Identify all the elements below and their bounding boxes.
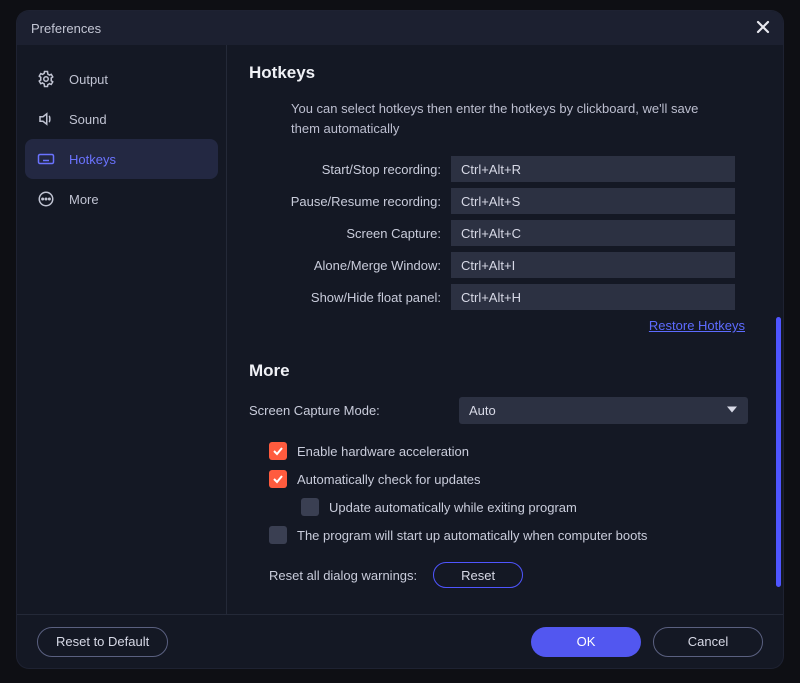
preferences-window: Preferences Output Sound [17, 11, 783, 668]
footer: Reset to Default OK Cancel [17, 614, 783, 668]
checkbox-label: Enable hardware acceleration [297, 444, 469, 459]
content-scroll[interactable]: Hotkeys You can select hotkeys then ente… [227, 45, 776, 614]
checkbox-empty-icon [301, 498, 319, 516]
restore-hotkeys-link[interactable]: Restore Hotkeys [249, 318, 745, 333]
reset-warnings-button[interactable]: Reset [433, 562, 523, 588]
hotkey-row-pause-resume: Pause/Resume recording: [249, 188, 748, 214]
window-title: Preferences [31, 21, 101, 36]
sidebar-item-hotkeys[interactable]: Hotkeys [25, 139, 218, 179]
hotkey-row-float-panel: Show/Hide float panel: [249, 284, 748, 310]
sidebar: Output Sound Hotkeys More [17, 45, 227, 614]
checkbox-auto-update[interactable]: Automatically check for updates [269, 470, 748, 488]
ok-button[interactable]: OK [531, 627, 641, 657]
content-panel: Hotkeys You can select hotkeys then ente… [227, 45, 783, 614]
capture-mode-row: Screen Capture Mode: Auto [249, 397, 748, 424]
cancel-button[interactable]: Cancel [653, 627, 763, 657]
checkbox-label: Update automatically while exiting progr… [329, 500, 577, 515]
reset-warnings-row: Reset all dialog warnings: Reset [269, 562, 748, 588]
hotkey-label: Screen Capture: [249, 226, 451, 241]
sidebar-item-more[interactable]: More [25, 179, 218, 219]
hotkey-label: Show/Hide float panel: [249, 290, 451, 305]
sidebar-item-label: Sound [69, 112, 107, 127]
close-panel-label: When close main panel: [301, 612, 748, 614]
sidebar-item-output[interactable]: Output [25, 59, 218, 99]
sidebar-item-sound[interactable]: Sound [25, 99, 218, 139]
keyboard-icon [37, 150, 55, 168]
sidebar-item-label: Hotkeys [69, 152, 116, 167]
checkbox-hw-accel[interactable]: Enable hardware acceleration [269, 442, 748, 460]
speaker-icon [37, 110, 55, 128]
capture-mode-select[interactable]: Auto [459, 397, 748, 424]
scrollbar-thumb[interactable] [776, 317, 781, 587]
hotkey-input-pause-resume[interactable] [451, 188, 735, 214]
checkbox-label: The program will start up automatically … [297, 528, 647, 543]
hotkey-label: Pause/Resume recording: [249, 194, 451, 209]
more-section: More Screen Capture Mode: Auto [249, 361, 748, 614]
reset-default-button[interactable]: Reset to Default [37, 627, 168, 657]
checkbox-autostart[interactable]: The program will start up automatically … [269, 526, 748, 544]
checkbox-label: Automatically check for updates [297, 472, 481, 487]
hotkey-label: Alone/Merge Window: [249, 258, 451, 273]
hotkey-row-screen-capture: Screen Capture: [249, 220, 748, 246]
titlebar: Preferences [17, 11, 783, 45]
hotkey-row-alone-merge: Alone/Merge Window: [249, 252, 748, 278]
hotkey-input-start-stop[interactable] [451, 156, 735, 182]
reset-warnings-label: Reset all dialog warnings: [269, 568, 417, 583]
hotkey-input-alone-merge[interactable] [451, 252, 735, 278]
sidebar-item-label: More [69, 192, 99, 207]
checkbox-update-on-exit[interactable]: Update automatically while exiting progr… [301, 498, 748, 516]
hotkey-input-float-panel[interactable] [451, 284, 735, 310]
checkbox-empty-icon [269, 526, 287, 544]
more-heading: More [249, 361, 748, 381]
capture-mode-value: Auto [469, 403, 496, 418]
chevron-down-icon [726, 403, 738, 418]
close-icon [756, 20, 770, 37]
sidebar-item-label: Output [69, 72, 108, 87]
hotkeys-description: You can select hotkeys then enter the ho… [291, 99, 721, 138]
capture-mode-label: Screen Capture Mode: [249, 403, 459, 418]
close-button[interactable] [753, 18, 773, 38]
more-icon [37, 190, 55, 208]
gear-icon [37, 70, 55, 88]
hotkey-label: Start/Stop recording: [249, 162, 451, 177]
check-icon [269, 442, 287, 460]
hotkey-input-screen-capture[interactable] [451, 220, 735, 246]
hotkeys-heading: Hotkeys [249, 63, 748, 83]
window-body: Output Sound Hotkeys More [17, 45, 783, 614]
check-icon [269, 470, 287, 488]
hotkey-row-start-stop: Start/Stop recording: [249, 156, 748, 182]
